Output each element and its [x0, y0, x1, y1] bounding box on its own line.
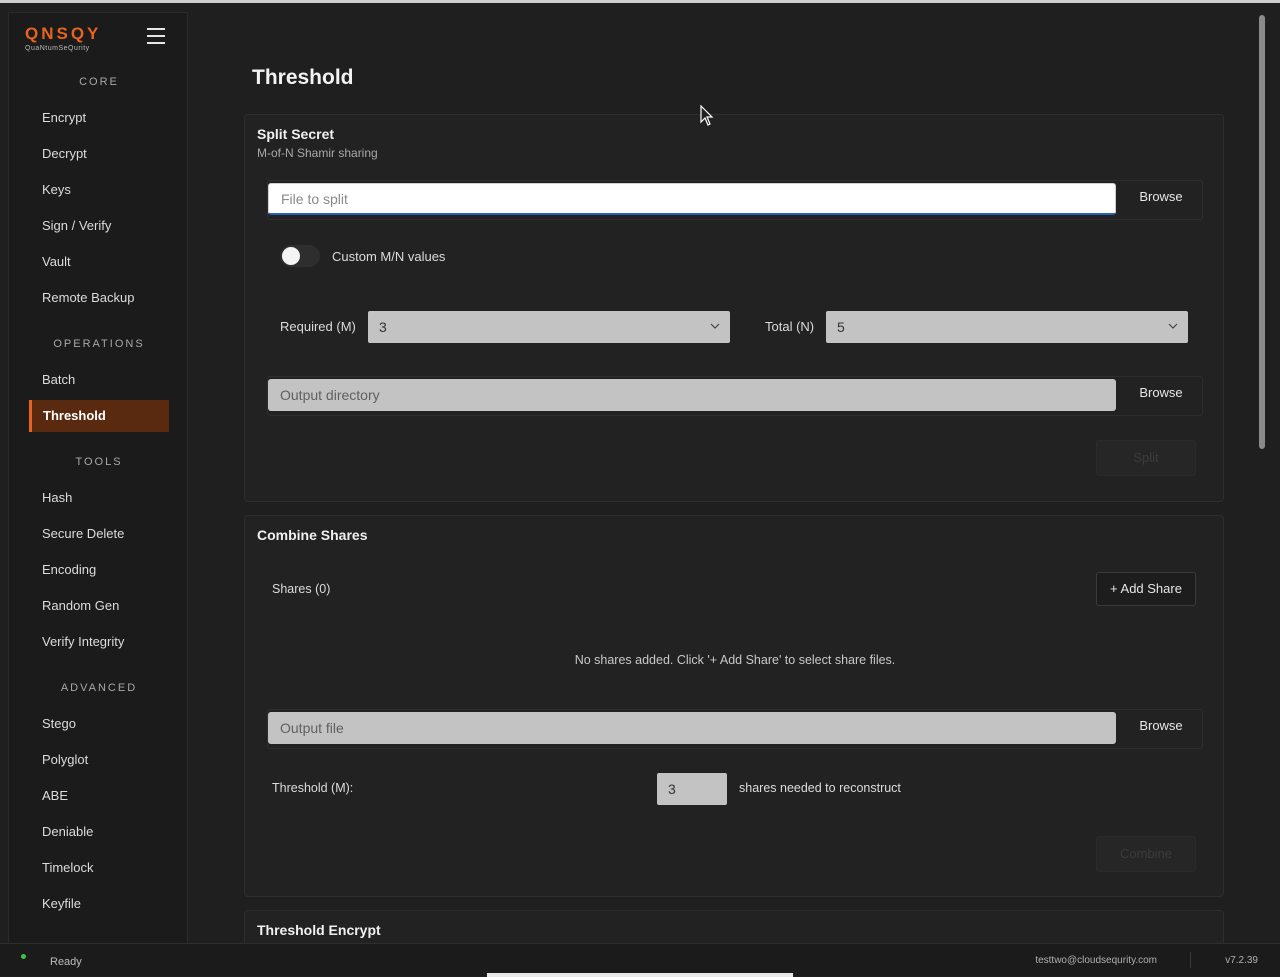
status-indicator-dot	[21, 954, 26, 959]
sidebar-item-sign-verify[interactable]: Sign / Verify	[29, 210, 169, 242]
page-title: Threshold	[252, 66, 354, 89]
required-m-label: Required (M)	[280, 319, 356, 334]
chevron-down-icon	[1168, 323, 1178, 329]
app-window: QNSQY QuaNtumSeQurity CORE Encrypt Decry…	[0, 3, 1280, 970]
sidebar-item-abe[interactable]: ABE	[29, 780, 169, 812]
split-secret-card: Split Secret M-of-N Shamir sharing Brows…	[244, 114, 1224, 502]
required-m-value: 3	[379, 319, 387, 335]
custom-mn-label: Custom M/N values	[332, 249, 446, 264]
sidebar-item-stego[interactable]: Stego	[29, 708, 169, 740]
required-m-select[interactable]: 3	[368, 311, 730, 343]
add-share-button[interactable]: + Add Share	[1096, 572, 1196, 606]
status-user-email: testtwo@cloudsequrity.com	[1035, 955, 1157, 966]
threshold-m-input[interactable]: 3	[657, 773, 727, 805]
main-scrollbar[interactable]	[1258, 13, 1266, 938]
output-file-input[interactable]	[268, 712, 1116, 744]
split-secret-title: Split Secret	[257, 126, 335, 142]
sidebar-item-keyfile[interactable]: Keyfile	[29, 888, 169, 920]
status-version: v7.2.39	[1225, 955, 1258, 966]
logo-main-text: QNSQY	[25, 24, 102, 43]
status-text: Ready	[50, 956, 82, 968]
total-n-select[interactable]: 5	[826, 311, 1188, 343]
sidebar-item-hash[interactable]: Hash	[29, 482, 169, 514]
sidebar-item-polyglot[interactable]: Polyglot	[29, 744, 169, 776]
file-to-split-input[interactable]	[268, 183, 1116, 215]
shares-count-label: Shares (0)	[272, 582, 331, 596]
output-directory-input[interactable]	[268, 379, 1116, 411]
logo-sub-text: QuaNtumSeQurity	[25, 45, 90, 52]
app-logo: QNSQY QuaNtumSeQurity	[25, 24, 102, 53]
output-file-browse-button[interactable]: Browse	[1124, 711, 1198, 743]
split-file-browse-button[interactable]: Browse	[1124, 182, 1198, 214]
sidebar-item-verify-integrity[interactable]: Verify Integrity	[29, 626, 169, 658]
scrollbar-thumb[interactable]	[1259, 15, 1265, 449]
sidebar-item-threshold[interactable]: Threshold	[29, 400, 169, 432]
split-secret-subtitle: M-of-N Shamir sharing	[257, 146, 378, 160]
section-label-advanced: ADVANCED	[60, 682, 138, 694]
section-label-tools: TOOLS	[75, 456, 123, 468]
section-label-core: CORE	[79, 76, 119, 88]
toggle-knob	[282, 247, 300, 265]
split-button[interactable]: Split	[1096, 440, 1196, 476]
sidebar-item-encoding[interactable]: Encoding	[29, 554, 169, 586]
status-bar: Ready testtwo@cloudsequrity.com v7.2.39	[0, 943, 1280, 977]
menu-toggle-icon[interactable]	[147, 28, 165, 44]
sidebar: QNSQY QuaNtumSeQurity CORE Encrypt Decry…	[8, 12, 188, 946]
sidebar-item-vault[interactable]: Vault	[29, 246, 169, 278]
sidebar-item-remote-backup[interactable]: Remote Backup	[29, 282, 169, 314]
chevron-down-icon	[710, 323, 720, 329]
mouse-cursor-icon	[700, 105, 714, 126]
custom-mn-toggle[interactable]	[280, 245, 320, 267]
threshold-encrypt-title: Threshold Encrypt	[257, 922, 381, 938]
section-label-operations: OPERATIONS	[53, 338, 145, 350]
status-divider	[1190, 952, 1191, 968]
sidebar-item-decrypt[interactable]: Decrypt	[29, 138, 169, 170]
no-shares-message: No shares added. Click '+ Add Share' to …	[574, 653, 896, 667]
threshold-hint: shares needed to reconstruct	[739, 781, 901, 795]
bottom-handle-bar	[487, 973, 793, 977]
sidebar-item-keys[interactable]: Keys	[29, 174, 169, 206]
threshold-m-label: Threshold (M):	[272, 781, 354, 795]
combine-button[interactable]: Combine	[1096, 836, 1196, 872]
sidebar-item-encrypt[interactable]: Encrypt	[29, 102, 169, 134]
sidebar-item-random-gen[interactable]: Random Gen	[29, 590, 169, 622]
total-n-value: 5	[837, 319, 845, 335]
output-directory-browse-button[interactable]: Browse	[1124, 378, 1198, 410]
combine-shares-title: Combine Shares	[257, 527, 368, 543]
sidebar-item-secure-delete[interactable]: Secure Delete	[29, 518, 169, 550]
total-n-label: Total (N)	[765, 319, 815, 334]
sidebar-item-timelock[interactable]: Timelock	[29, 852, 169, 884]
sidebar-item-deniable[interactable]: Deniable	[29, 816, 169, 848]
combine-shares-card: Combine Shares Shares (0) + Add Share No…	[244, 515, 1224, 897]
sidebar-item-batch[interactable]: Batch	[29, 364, 169, 396]
